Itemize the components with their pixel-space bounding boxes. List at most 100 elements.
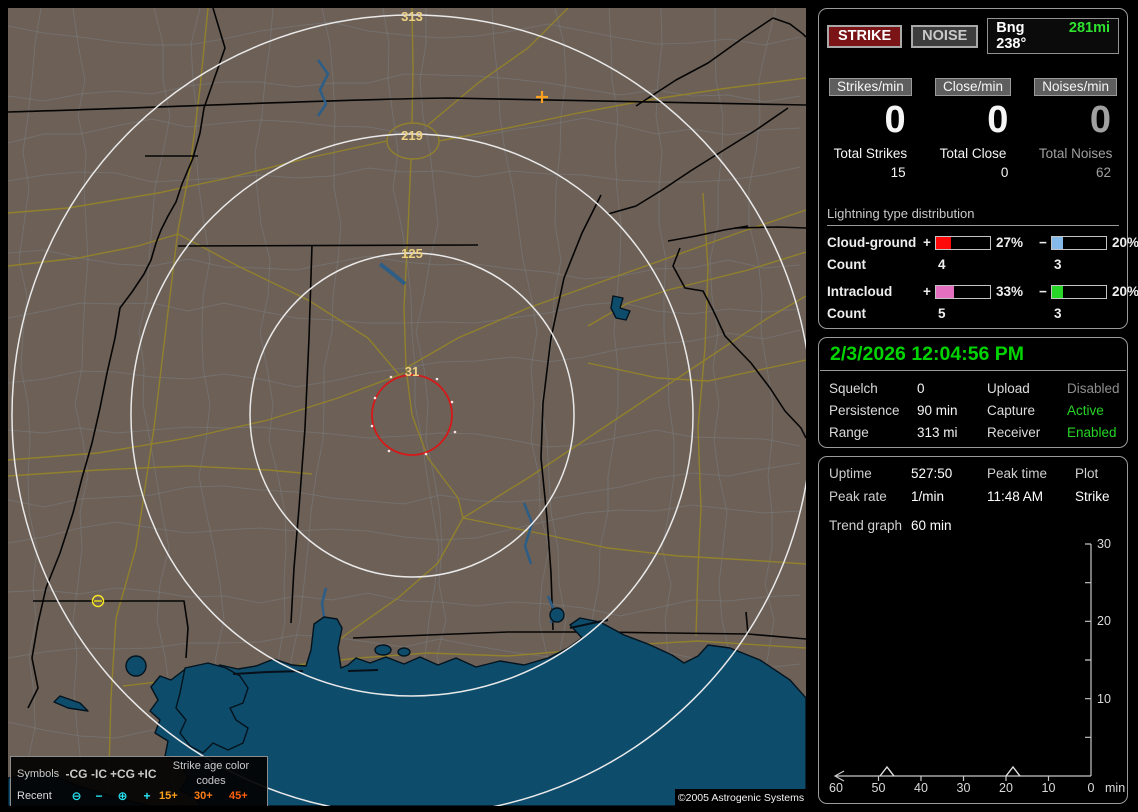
- minus-sign: −: [1039, 284, 1047, 299]
- app-window: 313 219 125 31 ©2005 Astrogenic Systems …: [0, 0, 1138, 812]
- noises-per-min-value: 0: [1089, 99, 1111, 141]
- upload-label: Upload: [987, 381, 1030, 396]
- ic-positive-pct: 33%: [996, 284, 1024, 299]
- total-noises-value: 62: [1095, 165, 1111, 180]
- receiver-value: Enabled: [1067, 425, 1117, 440]
- status-panel: 2/3/2026 12:04:56 PM Squelch 0 Upload Di…: [818, 337, 1128, 448]
- ring-label-313: 313: [401, 9, 423, 24]
- cg-count-label: Count: [827, 257, 866, 272]
- cg-positive-bar: [935, 235, 991, 250]
- ring-label-125: 125: [401, 246, 423, 261]
- plus-sign: +: [923, 235, 931, 250]
- intracloud-label: Intracloud: [827, 284, 893, 299]
- legend-symbols-header: Symbols: [17, 767, 60, 780]
- cg-negative-bar: [1051, 235, 1107, 250]
- x-tick-50: 50: [872, 781, 886, 795]
- copyright-text: ©2005 Astrogenic Systems: [675, 789, 806, 806]
- squelch-label: Squelch: [829, 381, 878, 396]
- trend-graph: 30 20 10 60 50 40 30 20 10 0 min: [829, 537, 1125, 795]
- minus-sign: −: [1039, 235, 1047, 250]
- noise-mode-button[interactable]: NOISE: [911, 24, 979, 48]
- legend-age-header: Strike age color codes: [172, 760, 250, 787]
- persistence-value: 90 min: [917, 403, 958, 418]
- total-strikes-label: Total Strikes: [833, 146, 908, 161]
- ic-negative-bar: [1051, 284, 1107, 299]
- strikes-per-min-label: Strikes/min: [828, 78, 912, 96]
- plus-icon: +: [143, 789, 151, 803]
- plus-sign: +: [923, 284, 931, 299]
- circle-minus-icon: ⊖: [65, 804, 88, 806]
- receiver-label: Receiver: [987, 425, 1041, 440]
- age-45: 45+: [229, 790, 248, 802]
- age-30: 30+: [194, 790, 213, 802]
- minus-icon: −: [88, 804, 110, 806]
- minus-icon: −: [95, 789, 103, 803]
- trend-peak-18min: [1005, 765, 1021, 777]
- trend-panel: Uptime 527:50 Peak time Plot Peak rate 1…: [818, 456, 1128, 804]
- close-per-min-label: Close/min: [934, 78, 1011, 96]
- cg-negative-count: 3: [1054, 257, 1062, 272]
- legend-col-pos-cg: +CG: [110, 766, 136, 781]
- legend-row-recent: Recent: [17, 790, 52, 802]
- bearing-readout: Bng 238° 281mi: [987, 18, 1119, 54]
- x-axis-unit: min: [1105, 781, 1125, 795]
- trend-peak-47min: [879, 765, 895, 777]
- map-canvas[interactable]: 313 219 125 31: [8, 8, 806, 806]
- capture-label: Capture: [987, 403, 1036, 418]
- strikes-per-min-value: 0: [884, 99, 906, 141]
- legend-col-neg-cg: -CG: [65, 766, 88, 781]
- bearing-distance: 281mi: [1068, 20, 1110, 36]
- strike-mode-button[interactable]: STRIKE: [827, 24, 903, 48]
- ic-positive-count: 5: [938, 306, 946, 321]
- circle-plus-icon: ⊕: [110, 804, 135, 806]
- x-tick-10: 10: [1042, 781, 1056, 795]
- upload-value: Disabled: [1067, 381, 1120, 396]
- close-per-min-value: 0: [987, 99, 1009, 141]
- ic-count-label: Count: [827, 306, 866, 321]
- cg-negative-pct: 20%: [1112, 235, 1138, 250]
- age-75: 75+: [194, 804, 229, 806]
- total-strikes-value: 15: [890, 165, 906, 180]
- capture-value: Active: [1067, 403, 1104, 418]
- x-tick-30: 30: [957, 781, 971, 795]
- distribution-title: Lightning type distribution: [827, 206, 1119, 226]
- circle-minus-icon: ⊖: [71, 789, 82, 803]
- y-tick-10: 10: [1097, 692, 1111, 706]
- cloud-ground-label: Cloud-ground: [827, 235, 917, 250]
- age-90: 90+: [229, 804, 263, 806]
- ic-negative-pct: 20%: [1112, 284, 1138, 299]
- age-60: 60+: [159, 804, 194, 806]
- x-tick-60: 60: [829, 781, 843, 795]
- noises-per-min-label: Noises/min: [1034, 78, 1118, 96]
- x-tick-20: 20: [999, 781, 1013, 795]
- total-close-value: 0: [1000, 165, 1009, 180]
- bearing-value: Bng 238°: [996, 20, 1027, 52]
- cg-positive-pct: 27%: [996, 235, 1024, 250]
- total-noises-label: Total Noises: [1038, 146, 1113, 161]
- legend-col-neg-ic: -IC: [91, 766, 107, 781]
- legend-col-pos-ic: +IC: [137, 766, 157, 781]
- legend-row-old: Old: [17, 804, 65, 806]
- lightning-distribution: Lightning type distribution Cloud-ground…: [827, 206, 1138, 321]
- y-tick-30: 30: [1097, 537, 1111, 551]
- persistence-label: Persistence: [829, 403, 900, 418]
- ring-label-219: 219: [401, 128, 423, 143]
- symbol-legend: Symbols -CG -IC +CG +IC Strike age color…: [10, 756, 268, 806]
- ring-label-31: 31: [405, 364, 419, 379]
- y-tick-20: 20: [1097, 614, 1111, 628]
- squelch-value: 0: [917, 381, 925, 396]
- statistics-panel: STRIKE NOISE Bng 238° 281mi Strikes/min …: [818, 8, 1138, 329]
- x-tick-0: 0: [1088, 781, 1095, 795]
- age-15: 15+: [159, 790, 178, 802]
- map-viewport[interactable]: 313 219 125 31 ©2005 Astrogenic Systems …: [8, 8, 806, 806]
- plus-icon: +: [135, 804, 159, 806]
- total-close-label: Total Close: [939, 146, 1007, 161]
- ic-positive-bar: [935, 284, 991, 299]
- range-value: 313 mi: [917, 425, 958, 440]
- range-label: Range: [829, 425, 869, 440]
- cg-positive-count: 4: [938, 257, 946, 272]
- circle-plus-icon: ⊕: [117, 789, 128, 803]
- ic-negative-count: 3: [1054, 306, 1062, 321]
- datetime-display: 2/3/2026 12:04:56 PM: [820, 338, 1126, 371]
- x-tick-40: 40: [914, 781, 928, 795]
